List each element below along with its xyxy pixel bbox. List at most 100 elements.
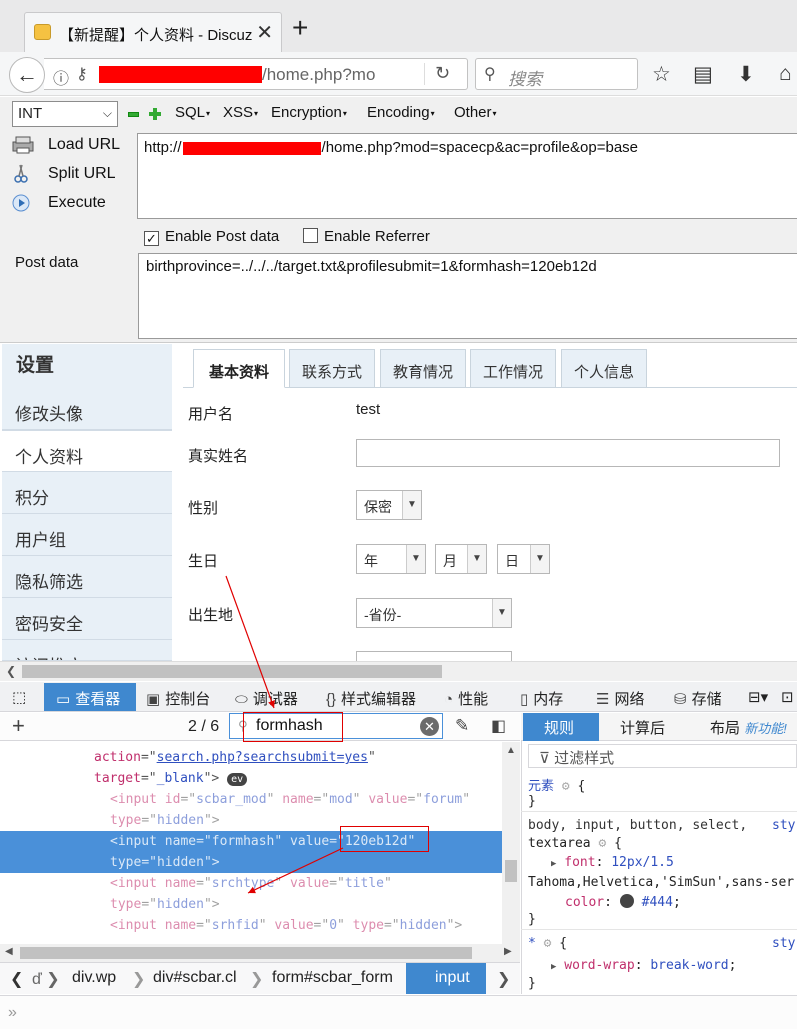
color-swatch[interactable] — [619, 894, 634, 908]
breadcrumb-item[interactable]: div.wp — [72, 969, 116, 987]
post-data-textarea[interactable]: birthprovince=../../../target.txt&profil… — [138, 253, 797, 339]
element-picker-icon[interactable]: ⬚ — [12, 688, 26, 706]
tab-inspector[interactable]: ▭ 查看器 — [56, 688, 120, 709]
tab-contact[interactable]: 联系方式 — [289, 349, 375, 388]
gear-icon[interactable]: ⚙ — [598, 836, 606, 851]
overflow-icon[interactable]: ⊡ — [781, 688, 794, 706]
residence-select[interactable] — [356, 651, 512, 661]
console-input-bar[interactable]: » — [0, 995, 797, 1029]
code-line[interactable]: type="hidden"> — [0, 894, 502, 915]
breadcrumb-item[interactable]: form#scbar_form — [272, 969, 393, 987]
url-textarea[interactable]: http:// /home.php?mod=spacecp&ac=profile&… — [137, 133, 797, 219]
tab-basic[interactable]: 基本资料 — [193, 349, 285, 388]
info-icon[interactable]: ⓘ — [53, 65, 69, 89]
reload-icon[interactable]: ↻ — [435, 63, 450, 84]
load-url-button[interactable]: Load URL — [12, 135, 120, 155]
tab-network[interactable]: ☰ 网络 — [596, 688, 644, 709]
menu-encoding[interactable]: Encoding▾ — [367, 104, 435, 121]
scroll-up-icon[interactable]: ▲ — [506, 745, 516, 756]
rule-source-link[interactable]: sty — [772, 818, 795, 833]
plus-icon[interactable] — [149, 108, 161, 120]
bookmark-star-icon[interactable]: ☆ — [652, 62, 671, 87]
enable-post-checkbox[interactable]: ✓ Enable Post data — [144, 228, 279, 246]
toggle-sidebar-icon[interactable]: ◧ — [491, 716, 506, 736]
event-badge[interactable]: ev — [227, 773, 248, 786]
sidebar-item-usergroup[interactable]: 用户组 — [2, 514, 172, 556]
gear-icon[interactable]: ⚙ — [562, 779, 570, 794]
clear-search-icon[interactable]: ✕ — [420, 717, 439, 736]
scroll-right-icon[interactable]: ▶ — [504, 946, 512, 957]
tab-style-editor[interactable]: {} 样式编辑器 — [326, 688, 416, 709]
browser-tab[interactable]: 【新提醒】个人资料 - Discuz ✕ — [24, 12, 282, 52]
tab-memory[interactable]: ▯ 内存 — [520, 688, 563, 709]
breadcrumb-item[interactable]: div#scbar.cl — [153, 969, 237, 987]
code-line[interactable]: target="_blank"> ev — [0, 768, 502, 789]
rule-element[interactable]: 元素 ⚙ { — [528, 775, 585, 794]
sidebar-item-password[interactable]: 密码安全 — [2, 598, 172, 640]
menu-encryption[interactable]: Encryption▾ — [271, 104, 347, 121]
code-line[interactable]: <input name="srhfid" value="0" type="hid… — [0, 915, 502, 936]
tab-storage[interactable]: ⛁ 存储 — [674, 688, 722, 709]
breadcrumb-item-active[interactable]: input — [435, 969, 470, 987]
tab-personal[interactable]: 个人信息 — [561, 349, 647, 388]
code-line[interactable]: <input name="srchtype" value="title" — [0, 873, 502, 894]
scroll-left-icon[interactable]: ❮ — [6, 664, 16, 678]
expand-triangle-icon[interactable]: ▶ — [551, 859, 556, 869]
code-line[interactable]: action="search.php?searchsubmit=yes" — [0, 747, 502, 768]
scrollbar-thumb[interactable] — [20, 947, 472, 959]
home-icon[interactable]: ⌂ — [779, 62, 792, 86]
tab-layout[interactable]: 布局 新功能! — [710, 717, 787, 738]
rule-decl-wordwrap[interactable]: ▶ word-wrap: break-word; — [551, 958, 736, 973]
month-select[interactable]: 月 ▼ — [435, 544, 487, 574]
breadcrumb-scroll-left-icon[interactable]: ❮ — [10, 969, 23, 989]
tab-console[interactable]: ▣ 控制台 — [146, 688, 210, 709]
reader-list-icon[interactable]: ▤ — [693, 62, 713, 87]
code-line[interactable]: <input id="scbar_mod" name="mod" value="… — [0, 789, 502, 810]
menu-xss[interactable]: XSS▾ — [223, 104, 258, 121]
realname-input[interactable] — [356, 439, 780, 467]
add-node-icon[interactable]: + — [12, 713, 25, 739]
gender-select[interactable]: 保密 ▼ — [356, 490, 422, 520]
search-bar[interactable]: ⚲ 搜索 — [475, 58, 638, 90]
tab-debugger[interactable]: ⬭ 调试器 — [235, 688, 298, 709]
attr-value-link[interactable]: search.php?searchsubmit=yes — [157, 750, 368, 765]
new-tab-icon[interactable]: + — [292, 12, 308, 44]
rule-source-link[interactable]: sty — [772, 936, 795, 951]
sidebar-item-avatar[interactable]: 修改头像 — [2, 388, 172, 430]
rule-decl-font[interactable]: ▶ font: 12px/1.5 — [551, 855, 674, 870]
scroll-left-icon[interactable]: ◀ — [5, 946, 13, 957]
page-horizontal-scrollbar[interactable]: ❮ — [0, 661, 797, 681]
sidebar-item-privacy[interactable]: 隐私筛选 — [2, 556, 172, 598]
tab-work[interactable]: 工作情况 — [470, 349, 556, 388]
sidebar-item-profile[interactable]: 个人资料 — [2, 430, 172, 472]
markup-horizontal-scrollbar[interactable]: ◀ ▶ — [0, 944, 520, 962]
split-url-button[interactable]: Split URL — [12, 164, 116, 184]
layout-toggle-icon[interactable]: ⊟▾ — [748, 688, 768, 706]
breadcrumb-scroll-right-icon[interactable]: ❯ — [497, 969, 510, 989]
year-select[interactable]: 年 ▼ — [356, 544, 426, 574]
tab-computed[interactable]: 计算后 — [620, 717, 665, 738]
scrollbar-thumb[interactable] — [505, 860, 517, 882]
day-select[interactable]: 日 ▼ — [497, 544, 550, 574]
sidebar-item-credits[interactable]: 积分 — [2, 472, 172, 514]
back-button[interactable]: ← — [9, 57, 45, 93]
menu-other[interactable]: Other▾ — [454, 104, 497, 121]
rule-decl-color[interactable]: color: #444; — [565, 894, 681, 910]
scrollbar-thumb[interactable] — [22, 665, 442, 678]
close-tab-icon[interactable]: ✕ — [256, 20, 273, 45]
sidebar-item-promotion[interactable]: 访问推广 — [2, 640, 172, 661]
download-icon[interactable]: ⬇ — [737, 62, 755, 87]
tab-rules[interactable]: 规则 — [544, 717, 574, 738]
rule-universal[interactable]: * ⚙ { — [528, 936, 567, 951]
filter-styles-input[interactable]: ⊽ 过滤样式 — [528, 744, 797, 768]
markup-vertical-scrollbar[interactable]: ▲ — [502, 742, 520, 945]
enable-referrer-checkbox[interactable]: Enable Referrer — [303, 228, 430, 245]
code-line-selected[interactable]: type="hidden"> — [0, 852, 502, 873]
type-select[interactable]: INT ⌵ — [12, 101, 118, 127]
tab-education[interactable]: 教育情况 — [380, 349, 466, 388]
tab-performance[interactable]: ◔ 性能 — [444, 688, 488, 709]
minus-icon[interactable] — [128, 112, 139, 117]
province-select[interactable]: -省份- ▼ — [356, 598, 512, 628]
execute-button[interactable]: Execute — [12, 193, 106, 213]
expand-triangle-icon[interactable]: ▶ — [551, 962, 556, 972]
